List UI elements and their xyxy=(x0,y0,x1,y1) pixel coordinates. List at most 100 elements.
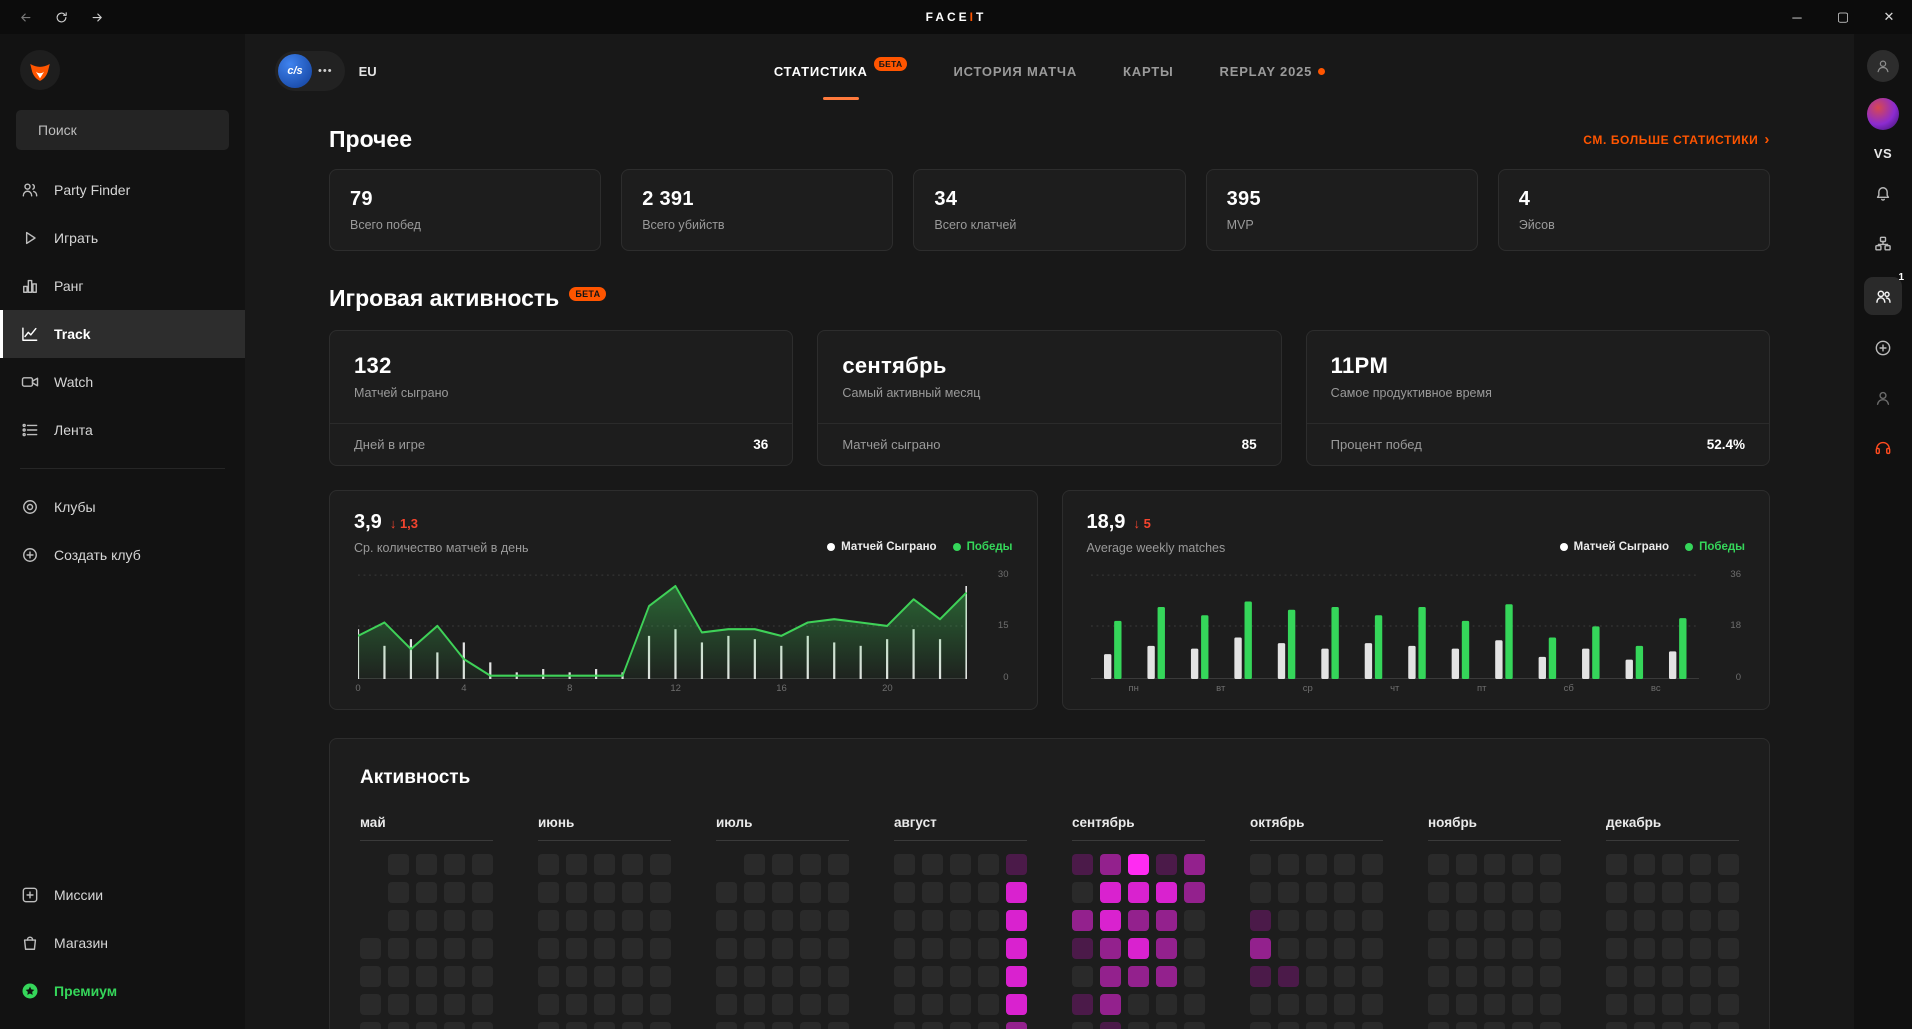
game-stats-header: c/s ••• EU СТАТИСТИКА БЕТА ИСТОРИЯ МАТЧА… xyxy=(245,34,1854,108)
heat-cell xyxy=(772,882,793,903)
heat-cell xyxy=(472,854,493,875)
heat-cell xyxy=(1484,882,1505,903)
heat-cell xyxy=(1428,882,1449,903)
sidebar-item-track[interactable]: Track xyxy=(0,310,245,358)
heat-cell xyxy=(650,882,671,903)
heat-cell xyxy=(950,994,971,1015)
heat-cell xyxy=(538,882,559,903)
sidebar-item-watch[interactable]: Watch xyxy=(0,358,245,406)
tab-история-матча[interactable]: ИСТОРИЯ МАТЧА xyxy=(953,34,1077,108)
heat-cell xyxy=(1456,910,1477,931)
profile-avatar[interactable] xyxy=(1867,50,1899,82)
month-grid xyxy=(360,854,493,1029)
activity-card: 132 Матчей сыграно Дней в игре 36 xyxy=(329,330,793,466)
stat-card: 79 Всего побед xyxy=(329,169,601,251)
maximize-button[interactable]: ▢ xyxy=(1820,0,1866,34)
heat-cell xyxy=(622,910,643,931)
sidebar-item-premium[interactable]: Премиум xyxy=(0,967,245,1015)
heat-cell xyxy=(1718,882,1739,903)
tab-replay-2025[interactable]: REPLAY 2025 xyxy=(1220,34,1326,108)
back-button[interactable] xyxy=(10,3,40,31)
weekly-chart-subtitle: Average weekly matches xyxy=(1087,541,1226,555)
play-icon xyxy=(20,228,40,248)
sidebar-item-missions[interactable]: Миссии xyxy=(0,871,245,919)
heat-cell xyxy=(1184,854,1205,875)
heat-cell xyxy=(716,910,737,931)
heat-cell xyxy=(416,966,437,987)
minimize-button[interactable]: ─ xyxy=(1774,0,1820,34)
heat-cell xyxy=(1690,994,1711,1015)
notifications-bell-icon[interactable] xyxy=(1866,177,1900,211)
heat-cell xyxy=(1484,938,1505,959)
heat-cell xyxy=(1456,854,1477,875)
heat-cell xyxy=(950,854,971,875)
sidebar-item-party-finder[interactable]: Party Finder xyxy=(0,166,245,214)
stats-tabs: СТАТИСТИКА БЕТА ИСТОРИЯ МАТЧА КАРТЫ REPL… xyxy=(774,34,1325,108)
heat-cell xyxy=(1006,1022,1027,1029)
heat-cell xyxy=(772,966,793,987)
main-content: c/s ••• EU СТАТИСТИКА БЕТА ИСТОРИЯ МАТЧА… xyxy=(245,34,1854,1029)
add-circle-icon[interactable] xyxy=(1866,331,1900,365)
more-options-button[interactable]: ••• xyxy=(316,61,335,81)
heat-cell xyxy=(566,938,587,959)
see-more-stats-link[interactable]: СМ. БОЛЬШЕ СТАТИСТИКИ › xyxy=(1583,131,1770,148)
opponent-avatar[interactable] xyxy=(1867,98,1899,130)
heat-cell xyxy=(594,910,615,931)
heat-cell xyxy=(1128,854,1149,875)
heat-cell xyxy=(978,938,999,959)
heat-cell xyxy=(1278,910,1299,931)
heat-cell xyxy=(828,966,849,987)
heat-cell xyxy=(566,882,587,903)
heat-cell xyxy=(1662,854,1683,875)
heat-cell xyxy=(950,882,971,903)
sidebar-search[interactable] xyxy=(16,110,229,150)
heat-cell xyxy=(1006,854,1027,875)
heat-cell xyxy=(744,994,765,1015)
sidebar-item-play[interactable]: Играть xyxy=(0,214,245,262)
faceit-logo[interactable] xyxy=(20,50,60,90)
heat-cell xyxy=(1540,882,1561,903)
tab-статистика[interactable]: СТАТИСТИКА БЕТА xyxy=(774,34,908,108)
search-input[interactable] xyxy=(38,122,219,138)
close-button[interactable]: ✕ xyxy=(1866,0,1912,34)
sidebar-item-clubs[interactable]: Клубы xyxy=(0,483,245,531)
heat-cell xyxy=(894,1022,915,1029)
tab-карты[interactable]: КАРТЫ xyxy=(1123,34,1174,108)
heat-cell xyxy=(1306,966,1327,987)
heat-cell xyxy=(1306,910,1327,931)
sidebar-item-create-club[interactable]: Создать клуб xyxy=(0,531,245,579)
heat-cell xyxy=(1250,1022,1271,1029)
sidebar-item-shop[interactable]: Магазин xyxy=(0,919,245,967)
heat-cell xyxy=(650,1022,671,1029)
heat-cell xyxy=(1100,1022,1121,1029)
heat-cell xyxy=(1456,994,1477,1015)
heat-cell xyxy=(594,854,615,875)
refresh-icon xyxy=(54,10,69,25)
sidebar-item-feed[interactable]: Лента xyxy=(0,406,245,454)
heat-cell xyxy=(1278,994,1299,1015)
heat-cell xyxy=(1634,994,1655,1015)
sidebar-item-rank[interactable]: Ранг xyxy=(0,262,245,310)
refresh-button[interactable] xyxy=(46,3,76,31)
party-tile[interactable]: 1 xyxy=(1864,277,1902,315)
support-headset-icon[interactable] xyxy=(1866,431,1900,465)
forward-button[interactable] xyxy=(82,3,112,31)
stats-scroll-area[interactable]: Прочее СМ. БОЛЬШЕ СТАТИСТИКИ › 79 Всего … xyxy=(245,108,1854,1029)
heat-cell xyxy=(1428,1022,1449,1029)
month-label: декабрь xyxy=(1606,815,1739,841)
heat-cell xyxy=(1072,994,1093,1015)
heatmap-month: май xyxy=(360,815,493,1029)
heat-cell xyxy=(1428,910,1449,931)
chevron-right-icon: › xyxy=(1764,131,1770,148)
chart-legend: Матчей Сыграно Победы xyxy=(1560,541,1745,555)
heat-cell xyxy=(566,1022,587,1029)
heat-cell xyxy=(1184,994,1205,1015)
profile-icon[interactable] xyxy=(1866,381,1900,415)
cs2-game-badge[interactable]: c/s xyxy=(278,54,312,88)
create-club-icon xyxy=(20,545,40,565)
heat-cell xyxy=(744,1022,765,1029)
heat-cell xyxy=(800,938,821,959)
teams-icon[interactable] xyxy=(1866,227,1900,261)
vs-label: VS xyxy=(1874,146,1892,161)
wins-dot-icon xyxy=(1685,543,1693,551)
